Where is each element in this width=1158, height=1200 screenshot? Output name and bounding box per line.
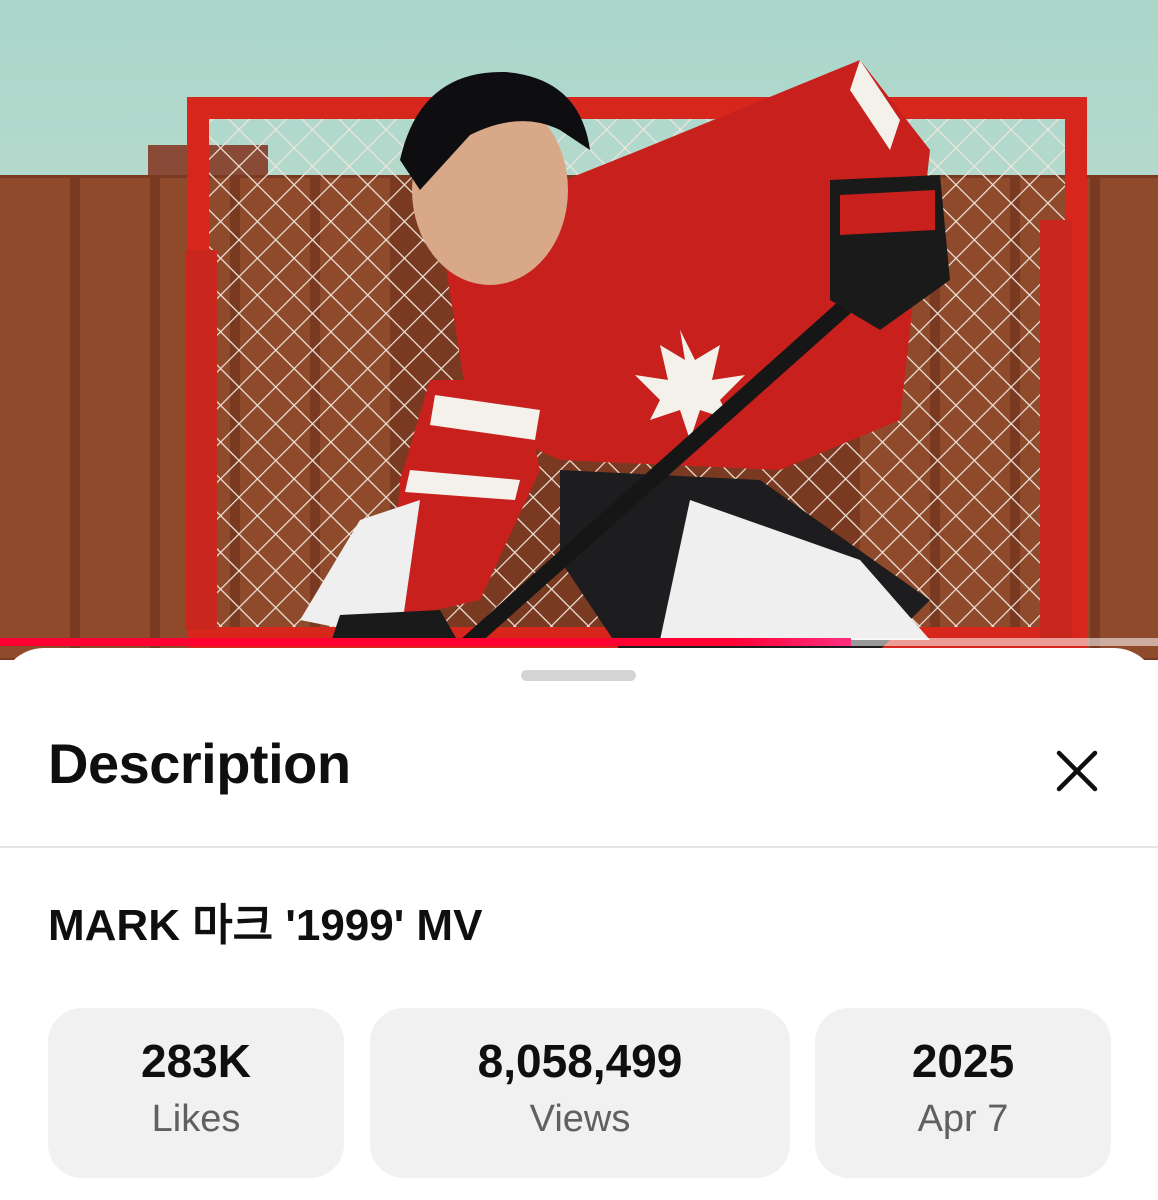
likes-label: Likes bbox=[151, 1098, 241, 1140]
likes-stat: 283K Likes bbox=[48, 1008, 344, 1178]
date-stat: 2025 Apr 7 bbox=[815, 1008, 1111, 1178]
likes-count: 283K bbox=[141, 1035, 251, 1087]
views-count: 8,058,499 bbox=[477, 1035, 683, 1087]
video-title: MARK 마크 '1999' MV bbox=[48, 901, 483, 950]
video-frame bbox=[0, 0, 1158, 660]
divider bbox=[0, 846, 1158, 848]
progress-bar[interactable] bbox=[0, 638, 1158, 646]
close-icon bbox=[1056, 750, 1098, 792]
description-sheet: Description MARK 마크 '1999' MV 283K Likes… bbox=[0, 648, 1158, 1200]
sheet-title: Description bbox=[48, 732, 351, 795]
date-year: 2025 bbox=[911, 1035, 1015, 1087]
progress-bar-fill bbox=[0, 638, 852, 646]
date-day: Apr 7 bbox=[917, 1098, 1009, 1140]
close-button[interactable] bbox=[1048, 742, 1106, 800]
views-label: Views bbox=[529, 1098, 631, 1140]
video-player[interactable] bbox=[0, 0, 1158, 660]
views-stat: 8,058,499 Views bbox=[370, 1008, 790, 1178]
drag-handle[interactable] bbox=[521, 670, 636, 681]
